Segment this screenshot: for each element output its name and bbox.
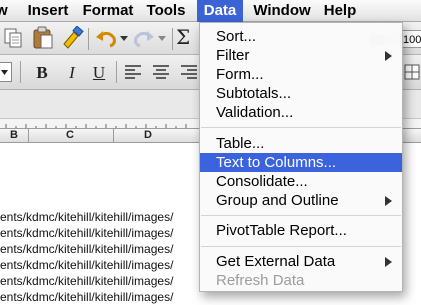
menu-item-label: Group and Outline <box>216 192 339 209</box>
menu-item-label: Table... <box>216 135 265 152</box>
redo-icon[interactable] <box>132 28 156 50</box>
menu-window[interactable]: Window <box>251 0 313 22</box>
menu-item-label: Refresh Data <box>216 272 305 289</box>
menu-item-label: Filter <box>216 47 250 64</box>
submenu-arrow-icon <box>385 196 392 206</box>
menu-item-label: PivotTable Report... <box>216 222 347 239</box>
column-header-c[interactable]: C <box>30 129 110 142</box>
undo-icon[interactable] <box>94 28 118 50</box>
column-divider[interactable] <box>28 129 29 142</box>
submenu-arrow-icon <box>385 51 392 61</box>
menu-item-sort[interactable]: Sort... <box>200 27 402 46</box>
bold-button[interactable]: B <box>31 62 53 84</box>
data-menu-dropdown: Sort... Filter Form... Subtotals... Vali… <box>199 22 403 292</box>
menu-item-form[interactable]: Form... <box>200 65 402 84</box>
menu-item-subtotals[interactable]: Subtotals... <box>200 84 402 103</box>
menu-separator <box>201 215 401 216</box>
underline-button[interactable]: U <box>88 62 110 84</box>
menu-item-get-external-data[interactable]: Get External Data <box>200 252 402 271</box>
font-size-select[interactable] <box>0 62 12 82</box>
submenu-arrow-icon <box>385 257 392 267</box>
menu-data[interactable]: Data <box>197 0 243 22</box>
menu-help[interactable]: Help <box>320 0 360 22</box>
menu-item-filter[interactable]: Filter <box>200 46 402 65</box>
toolbar-separator <box>172 28 173 50</box>
menu-item-label: Consolidate... <box>216 173 308 190</box>
paste-icon[interactable] <box>32 26 54 50</box>
toolbar-separator <box>116 61 117 83</box>
toolbar-separator <box>88 28 89 50</box>
autosum-icon[interactable]: Σ <box>176 25 190 49</box>
menu-separator <box>201 127 401 128</box>
menu-item-label: Form... <box>216 66 264 83</box>
menu-item-label: Validation... <box>216 104 294 121</box>
copy-icon[interactable] <box>2 27 24 49</box>
align-left-icon[interactable] <box>124 64 142 80</box>
menu-separator <box>201 246 401 247</box>
menu-item-refresh-data: Refresh Data <box>200 271 402 290</box>
zoom-field[interactable]: 100% <box>400 30 421 48</box>
menu-item-validation[interactable]: Validation... <box>200 103 402 122</box>
menu-item-label: Get External Data <box>216 253 336 270</box>
menu-view[interactable]: w <box>0 0 14 22</box>
column-header-b[interactable]: B <box>0 129 28 142</box>
menu-bar: w Insert Format Tools Data Window Help <box>0 0 421 22</box>
chevron-down-icon <box>1 70 8 75</box>
borders-icon[interactable] <box>404 64 420 80</box>
align-right-icon[interactable] <box>180 64 198 80</box>
italic-button[interactable]: I <box>61 62 83 84</box>
menu-tools[interactable]: Tools <box>144 0 188 22</box>
menu-item-text-to-columns[interactable]: Text to Columns... <box>200 153 402 172</box>
format-painter-icon[interactable] <box>60 26 84 50</box>
menu-item-pivottable-report[interactable]: PivotTable Report... <box>200 221 402 240</box>
toolbar-separator <box>20 61 21 83</box>
menu-item-label: Sort... <box>216 28 257 45</box>
redo-dropdown-icon[interactable] <box>158 36 166 42</box>
menu-insert[interactable]: Insert <box>22 0 74 22</box>
menu-format[interactable]: Format <box>80 0 136 22</box>
column-header-d[interactable]: D <box>114 129 182 142</box>
menu-item-consolidate[interactable]: Consolidate... <box>200 172 402 191</box>
menu-item-label: Text to Columns... <box>216 154 337 171</box>
menu-item-label: Subtotals... <box>216 85 292 102</box>
menu-item-table[interactable]: Table... <box>200 134 402 153</box>
align-center-icon[interactable] <box>152 64 170 80</box>
menu-item-group-and-outline[interactable]: Group and Outline <box>200 191 402 210</box>
undo-dropdown-icon[interactable] <box>120 36 128 42</box>
